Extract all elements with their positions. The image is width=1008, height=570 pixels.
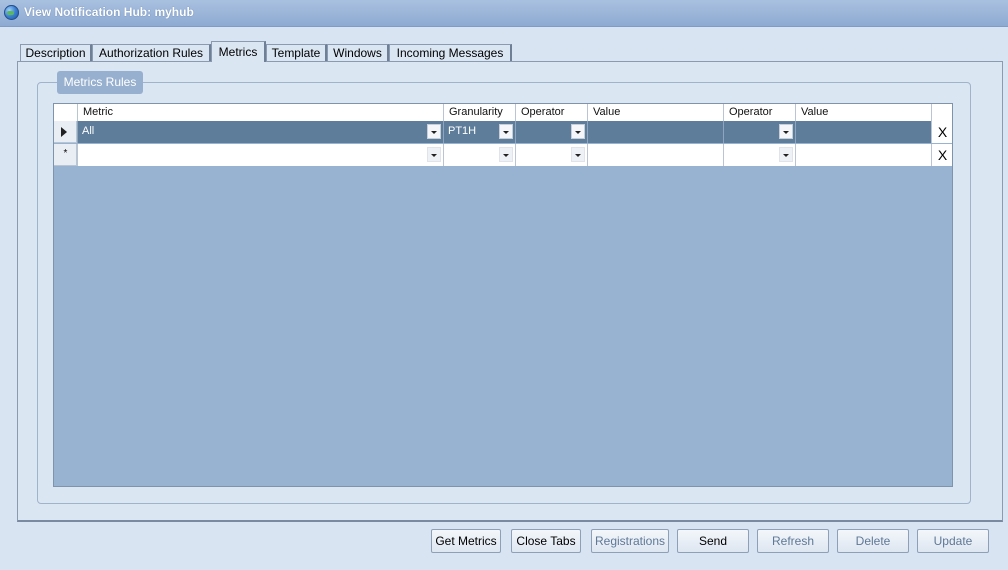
title-bar: View Notification Hub: myhub: [0, 0, 1008, 27]
granularity-value: PT1H: [448, 125, 477, 137]
operator-cell[interactable]: [515, 121, 587, 143]
tab-template[interactable]: Template: [266, 44, 327, 61]
delete-button[interactable]: Delete: [837, 529, 909, 553]
registrations-button[interactable]: Registrations: [591, 529, 669, 553]
dropdown-arrow-icon[interactable]: [499, 124, 513, 139]
granularity-cell[interactable]: PT1H: [443, 121, 515, 143]
tab-incoming-messages[interactable]: Incoming Messages: [389, 44, 512, 61]
column-header-operator-2[interactable]: Operator: [723, 104, 795, 121]
tab-windows[interactable]: Windows: [327, 44, 389, 61]
metric-cell[interactable]: All: [77, 121, 443, 143]
operator-cell-2[interactable]: [723, 121, 795, 143]
dropdown-arrow-icon[interactable]: [571, 147, 585, 162]
column-header-delete: [931, 104, 952, 121]
dropdown-arrow-icon[interactable]: [499, 147, 513, 162]
column-header-metric[interactable]: Metric: [77, 104, 443, 121]
column-header-granularity[interactable]: Granularity: [443, 104, 515, 121]
metrics-rules-title: Metrics Rules: [57, 71, 143, 94]
delete-row-button[interactable]: X: [931, 121, 952, 143]
globe-icon: [4, 5, 19, 20]
operator-cell[interactable]: [515, 144, 587, 166]
metric-value: All: [82, 125, 95, 137]
row-selector[interactable]: [54, 121, 77, 143]
tab-description[interactable]: Description: [20, 44, 92, 61]
value-cell[interactable]: [587, 144, 723, 166]
window-title: View Notification Hub: myhub: [24, 5, 194, 19]
new-row-icon: *: [63, 148, 68, 159]
granularity-cell[interactable]: [443, 144, 515, 166]
operator-cell-2[interactable]: [723, 144, 795, 166]
value-cell-2[interactable]: [795, 121, 931, 143]
get-metrics-button[interactable]: Get Metrics: [431, 529, 501, 553]
column-header-value-2[interactable]: Value: [795, 104, 931, 121]
metric-cell[interactable]: [77, 144, 443, 166]
table-row[interactable]: All PT1H X: [54, 121, 952, 143]
update-button[interactable]: Update: [917, 529, 989, 553]
tab-metrics[interactable]: Metrics: [211, 41, 266, 62]
value-cell-2[interactable]: [795, 144, 931, 166]
column-header-value[interactable]: Value: [587, 104, 723, 121]
column-header-operator[interactable]: Operator: [515, 104, 587, 121]
delete-row-button[interactable]: X: [931, 144, 952, 166]
table-row[interactable]: * X: [54, 144, 952, 166]
row-selector[interactable]: *: [54, 144, 77, 166]
current-row-icon: [61, 127, 67, 137]
refresh-button[interactable]: Refresh: [757, 529, 829, 553]
tab-authorization-rules[interactable]: Authorization Rules: [92, 44, 211, 61]
dropdown-arrow-icon[interactable]: [427, 124, 441, 139]
dropdown-arrow-icon[interactable]: [571, 124, 585, 139]
dropdown-arrow-icon[interactable]: [779, 124, 793, 139]
dropdown-arrow-icon[interactable]: [779, 147, 793, 162]
close-tabs-button[interactable]: Close Tabs: [511, 529, 581, 553]
send-button[interactable]: Send: [677, 529, 749, 553]
value-cell[interactable]: [587, 121, 723, 143]
dropdown-arrow-icon[interactable]: [427, 147, 441, 162]
grid-header: Metric Granularity Operator Value Operat…: [54, 104, 952, 122]
metrics-rules-grid[interactable]: Metric Granularity Operator Value Operat…: [53, 103, 953, 487]
